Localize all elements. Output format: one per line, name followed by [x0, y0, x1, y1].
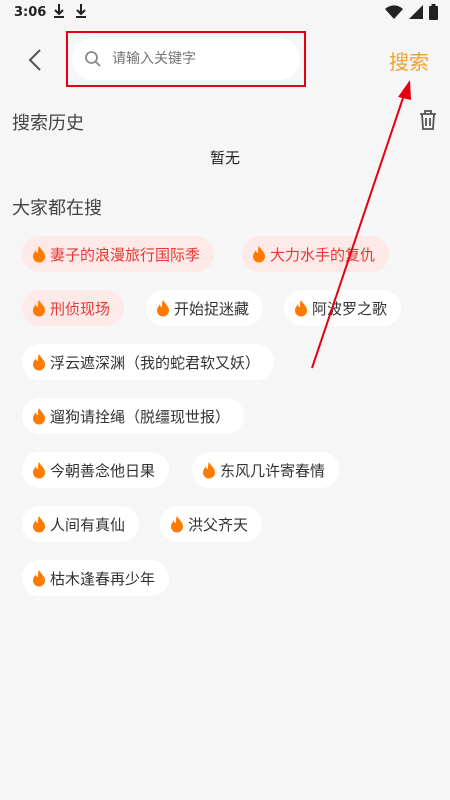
fire-icon: [203, 462, 215, 479]
fire-icon: [33, 462, 45, 479]
status-bar: 3:06: [0, 0, 450, 26]
popular-tag-label: 洪父齐天: [188, 515, 249, 534]
fire-icon: [253, 246, 265, 263]
trash-icon[interactable]: [418, 109, 438, 131]
popular-tag-label: 阿波罗之歌: [312, 299, 388, 318]
download-icon: [54, 4, 64, 18]
popular-tag[interactable]: 刑侦现场: [22, 290, 125, 326]
popular-title: 大家都在搜: [12, 198, 102, 219]
fire-icon: [33, 570, 45, 587]
battery-icon: [429, 4, 438, 20]
search-input[interactable]: [110, 50, 284, 68]
popular-tag[interactable]: 遛狗请拴绳（脱缰现世报）: [22, 398, 245, 434]
search-header: 搜索: [0, 26, 450, 96]
fire-icon: [157, 300, 169, 317]
popular-tag[interactable]: 妻子的浪漫旅行国际季: [22, 236, 215, 272]
fire-icon: [33, 516, 45, 533]
search-bar[interactable]: [72, 38, 300, 80]
fire-icon: [33, 246, 45, 263]
search-highlight-box: [66, 31, 306, 87]
popular-tag[interactable]: 枯木逢春再少年: [22, 560, 170, 596]
popular-tag[interactable]: 阿波罗之歌: [284, 290, 402, 326]
popular-tag-label: 妻子的浪漫旅行国际季: [50, 245, 201, 264]
popular-tag-label: 人间有真仙: [50, 515, 126, 534]
history-empty-text: 暂无: [209, 149, 240, 167]
popular-tag[interactable]: 大力水手的复仇: [242, 236, 390, 272]
status-time: 3:06: [14, 5, 47, 20]
search-button[interactable]: 搜索: [389, 46, 429, 75]
popular-tag-label: 遛狗请拴绳（脱缰现世报）: [50, 407, 231, 426]
search-icon: [85, 51, 101, 67]
popular-tag-label: 刑侦现场: [50, 299, 111, 318]
fire-icon: [33, 354, 45, 371]
fire-icon: [171, 516, 183, 533]
popular-tag-label: 开始捉迷藏: [174, 299, 250, 318]
signal-icon: [409, 5, 423, 19]
fire-icon: [295, 300, 307, 317]
popular-tag-label: 大力水手的复仇: [270, 245, 376, 264]
download-icon: [76, 4, 86, 18]
popular-tag[interactable]: 洪父齐天: [160, 506, 263, 542]
popular-tag-label: 东风几许寄春情: [220, 461, 326, 480]
popular-tag[interactable]: 今朝善念他日果: [22, 452, 170, 488]
chevron-left-icon[interactable]: [24, 48, 48, 72]
popular-tag[interactable]: 浮云遮深渊（我的蛇君软又妖）: [22, 344, 275, 380]
popular-tag[interactable]: 开始捉迷藏: [146, 290, 264, 326]
popular-tag-label: 今朝善念他日果: [50, 461, 156, 480]
popular-tag[interactable]: 人间有真仙: [22, 506, 140, 542]
history-title: 搜索历史: [12, 113, 84, 134]
wifi-icon: [385, 5, 403, 19]
fire-icon: [33, 408, 45, 425]
popular-tag-label: 枯木逢春再少年: [50, 569, 156, 588]
popular-tag[interactable]: 东风几许寄春情: [192, 452, 340, 488]
fire-icon: [33, 300, 45, 317]
popular-tag-label: 浮云遮深渊（我的蛇君软又妖）: [50, 353, 261, 372]
